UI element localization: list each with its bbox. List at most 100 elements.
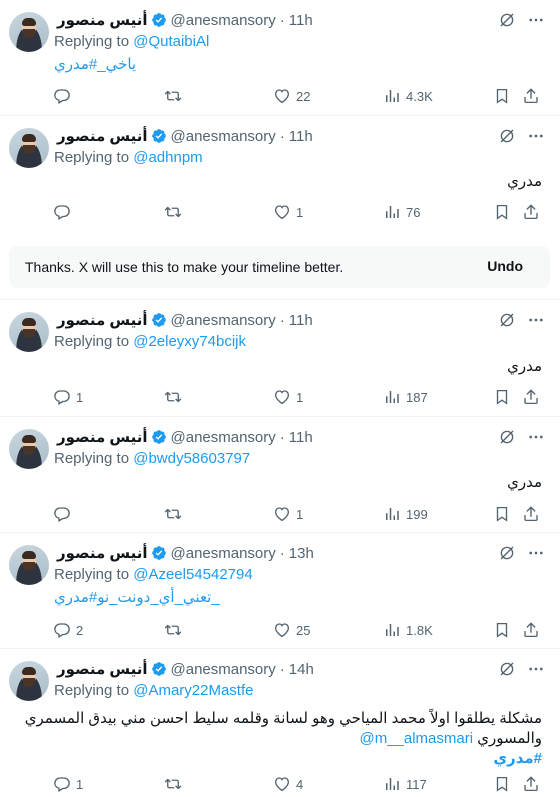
share-button[interactable] — [522, 387, 540, 407]
tweet[interactable]: أنيس منصور @anesmansory · 13h Replying t… — [0, 541, 560, 649]
reply-button[interactable]: 1 — [53, 774, 83, 794]
author-name[interactable]: أنيس منصور — [57, 311, 148, 329]
like-button[interactable]: 25 — [273, 620, 310, 640]
author-handle[interactable]: @anesmansory — [171, 12, 276, 29]
like-button[interactable]: 4 — [273, 774, 303, 794]
retweet-icon — [164, 87, 182, 105]
like-button[interactable]: 22 — [273, 86, 310, 106]
reply-mention-link[interactable]: @adhnpm — [133, 149, 202, 166]
like-button[interactable]: 1 — [273, 202, 303, 222]
like-button[interactable]: 1 — [273, 504, 303, 524]
tweet-text[interactable]: مدري — [54, 473, 542, 493]
hide-reply-icon[interactable] — [498, 428, 516, 446]
reply-button[interactable]: 2 — [53, 620, 83, 640]
author-handle[interactable]: @anesmansory — [171, 312, 276, 329]
bookmark-button[interactable] — [493, 504, 511, 524]
reply-button[interactable] — [53, 202, 76, 222]
views-button[interactable]: 4.3K — [383, 86, 433, 106]
more-icon[interactable] — [527, 11, 545, 29]
hide-reply-icon[interactable] — [498, 311, 516, 329]
mention-link[interactable]: @m__almasmari — [359, 730, 473, 747]
author-name[interactable]: أنيس منصور — [57, 11, 148, 29]
author-name[interactable]: أنيس منصور — [57, 428, 148, 446]
avatar[interactable] — [9, 429, 49, 469]
tweet[interactable]: أنيس منصور @anesmansory · 11h Replying t… — [0, 425, 560, 533]
bookmark-button[interactable] — [493, 387, 511, 407]
author-handle[interactable]: @anesmansory — [171, 545, 276, 562]
reply-mention-link[interactable]: @2eleyxy74bcijk — [133, 333, 246, 350]
reply-mention-link[interactable]: @QutaibiAl — [133, 33, 209, 50]
timestamp[interactable]: 11h — [289, 12, 313, 29]
bookmark-button[interactable] — [493, 774, 511, 794]
tweet-text[interactable]: _تعني_أي_دونت_نو#مدري — [54, 588, 220, 606]
share-button[interactable] — [522, 620, 540, 640]
tweet-text[interactable]: ياخي_#مدري — [54, 55, 136, 73]
like-count: 1 — [296, 389, 304, 405]
feedback-message: Thanks. X will use this to make your tim… — [25, 259, 344, 275]
more-icon[interactable] — [527, 544, 545, 562]
avatar[interactable] — [9, 128, 49, 168]
timestamp[interactable]: 11h — [289, 429, 313, 446]
more-icon[interactable] — [527, 428, 545, 446]
undo-button[interactable]: Undo — [487, 258, 523, 274]
reply-mention-link[interactable]: @Azeel54542794 — [133, 566, 253, 583]
views-button[interactable]: 117 — [383, 774, 427, 794]
tweet[interactable]: أنيس منصور @anesmansory · 11h Replying t… — [0, 308, 560, 417]
author-handle[interactable]: @anesmansory — [171, 128, 276, 145]
more-icon[interactable] — [527, 127, 545, 145]
reply-button[interactable] — [53, 86, 76, 106]
author-name[interactable]: أنيس منصور — [57, 660, 148, 678]
tweet-text[interactable]: مدري — [54, 172, 542, 192]
avatar[interactable] — [9, 545, 49, 585]
like-button[interactable]: 1 — [273, 387, 303, 407]
share-button[interactable] — [522, 86, 540, 106]
retweet-button[interactable] — [164, 202, 182, 222]
hide-reply-icon[interactable] — [498, 544, 516, 562]
bookmark-button[interactable] — [493, 86, 511, 106]
tweet[interactable]: أنيس منصور @anesmansory · 14h Replying t… — [0, 657, 560, 797]
timestamp[interactable]: 11h — [289, 312, 313, 329]
timestamp[interactable]: 13h — [289, 545, 314, 562]
author-handle[interactable]: @anesmansory — [171, 661, 276, 678]
share-button[interactable] — [522, 202, 540, 222]
views-button[interactable]: 187 — [383, 387, 428, 407]
reply-button[interactable]: 1 — [53, 387, 83, 407]
reply-icon — [53, 505, 71, 523]
hide-reply-icon[interactable] — [498, 660, 516, 678]
timestamp[interactable]: 14h — [289, 661, 314, 678]
tweet-text[interactable]: مدري — [54, 357, 542, 377]
views-button[interactable]: 199 — [383, 504, 428, 524]
more-icon[interactable] — [527, 660, 545, 678]
timestamp[interactable]: 11h — [289, 128, 313, 145]
author-name[interactable]: أنيس منصور — [57, 544, 148, 562]
share-button[interactable] — [522, 504, 540, 524]
share-icon — [522, 775, 540, 793]
reply-button[interactable] — [53, 504, 76, 524]
hashtag-link[interactable]: _تعني_أي_دونت_نو#مدري — [54, 589, 220, 606]
tweet[interactable]: أنيس منصور @anesmansory · 11h Replying t… — [0, 8, 560, 116]
hide-reply-icon[interactable] — [498, 127, 516, 145]
retweet-button[interactable] — [164, 86, 182, 106]
hide-reply-icon[interactable] — [498, 11, 516, 29]
tweet-text[interactable]: مشكلة يطلقوا اولاً محمد المياحي وهو لسان… — [25, 709, 542, 769]
hashtag-link[interactable]: #مدري — [54, 749, 542, 769]
reply-mention-link[interactable]: @Amary22Mastfe — [133, 682, 253, 699]
retweet-button[interactable] — [164, 504, 182, 524]
reply-mention-link[interactable]: @bwdy58603797 — [133, 450, 250, 467]
retweet-button[interactable] — [164, 387, 182, 407]
author-name[interactable]: أنيس منصور — [57, 127, 148, 145]
avatar[interactable] — [9, 661, 49, 701]
views-button[interactable]: 1.8K — [383, 620, 433, 640]
hashtag-link[interactable]: ياخي_#مدري — [54, 56, 136, 73]
bookmark-button[interactable] — [493, 620, 511, 640]
share-button[interactable] — [522, 774, 540, 794]
retweet-button[interactable] — [164, 774, 182, 794]
avatar[interactable] — [9, 312, 49, 352]
retweet-button[interactable] — [164, 620, 182, 640]
avatar[interactable] — [9, 12, 49, 52]
tweet[interactable]: أنيس منصور @anesmansory · 11h Replying t… — [0, 124, 560, 232]
bookmark-button[interactable] — [493, 202, 511, 222]
views-button[interactable]: 76 — [383, 202, 420, 222]
author-handle[interactable]: @anesmansory — [171, 429, 276, 446]
more-icon[interactable] — [527, 311, 545, 329]
